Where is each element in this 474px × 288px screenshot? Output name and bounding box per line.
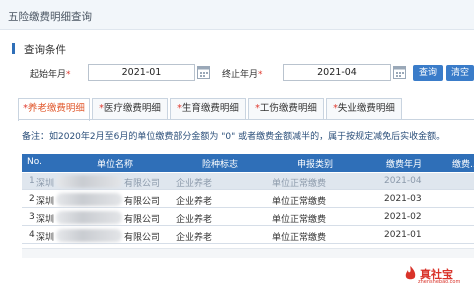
- redacted-unit-name: [56, 193, 122, 206]
- row-no: 1: [29, 176, 35, 186]
- unit-name-suffix: 有限公司: [124, 233, 161, 243]
- table-row[interactable]: 2 深圳 有限公司 企业养老 单位正常缴费 2021-03: [22, 191, 474, 208]
- table-row[interactable]: 4 深圳 有限公司 企业养老 单位正常缴费 2021-01: [22, 227, 474, 244]
- flame-logo-icon: [405, 266, 416, 280]
- declare-category: 单位正常缴费: [272, 179, 327, 189]
- redacted-unit-name: [56, 211, 122, 224]
- column-header-no: No.: [27, 157, 42, 167]
- unit-name-suffix: 有限公司: [124, 197, 161, 207]
- column-header-unit: 单位名称: [97, 160, 134, 170]
- payment-month: 2021-03: [384, 194, 422, 204]
- row-no: 2: [29, 194, 35, 204]
- redacted-unit-name: [56, 229, 122, 242]
- clear-button[interactable]: 清空: [446, 65, 474, 81]
- table-header: No. 单位名称 险种标志 申报类别 缴费年月 缴费...: [22, 154, 474, 172]
- tabs-divider: [18, 119, 474, 120]
- watermark-logo: 真社宝 zhenshebao.com: [403, 262, 471, 286]
- table-row[interactable]: 3 深圳 有限公司 企业养老 单位正常缴费 2021-02: [22, 209, 474, 226]
- unit-name-prefix: 深圳: [36, 215, 55, 225]
- column-header-category: 申报类别: [297, 160, 334, 170]
- unit-name-prefix: 深圳: [36, 197, 55, 207]
- tab-unemployment[interactable]: *失业缴费明细: [326, 98, 402, 120]
- insurance-type: 企业养老: [176, 233, 213, 243]
- insurance-type: 企业养老: [176, 197, 213, 207]
- tab-work-injury[interactable]: *工伤缴费明细: [248, 98, 324, 120]
- payment-month: 2021-04: [384, 176, 422, 186]
- declare-category: 单位正常缴费: [272, 215, 327, 225]
- end-month-label: 终止年月*: [222, 70, 263, 80]
- end-month-input[interactable]: 2021-04: [283, 64, 391, 81]
- redacted-unit-name: [56, 175, 122, 188]
- page: 五险缴费明细查询 查询条件 起始年月* 2021-01 终止年月* 2021-0…: [0, 0, 474, 288]
- insurance-type: 企业养老: [176, 215, 213, 225]
- search-button[interactable]: 查询: [413, 65, 443, 81]
- start-month-input[interactable]: 2021-01: [88, 64, 195, 81]
- end-calendar-icon[interactable]: [393, 65, 406, 80]
- tab-medical[interactable]: *医疗缴费明细: [92, 98, 168, 120]
- unit-name-suffix: 有限公司: [124, 215, 161, 225]
- section-marker: [12, 43, 15, 54]
- column-header-insurance: 险种标志: [202, 160, 239, 170]
- tab-maternity[interactable]: *生育缴费明细: [170, 98, 246, 120]
- row-no: 4: [29, 230, 35, 240]
- watermark-sub: zhenshebao.com: [418, 279, 461, 285]
- unit-name-prefix: 深圳: [36, 233, 55, 243]
- horizontal-scrollbar[interactable]: [22, 248, 474, 258]
- table-row[interactable]: 1 深圳 有限公司 企业养老 单位正常缴费 2021-04: [22, 173, 474, 190]
- start-calendar-icon[interactable]: [197, 65, 210, 80]
- payment-month: 2021-01: [384, 230, 422, 240]
- unit-name-suffix: 有限公司: [124, 179, 161, 189]
- remark-note: 备注：如2020年2月至6月的单位缴费部分金额为 "0" 或者缴费金额减半的，属…: [22, 132, 446, 142]
- insurance-type: 企业养老: [176, 179, 213, 189]
- column-header-month: 缴费年月: [386, 160, 423, 170]
- row-no: 3: [29, 212, 35, 222]
- query-section-title: 查询条件: [24, 44, 66, 56]
- start-month-label: 起始年月*: [30, 70, 71, 80]
- declare-category: 单位正常缴费: [272, 197, 327, 207]
- title-bar: 五险缴费明细查询: [0, 0, 474, 30]
- column-header-amount: 缴费...: [452, 160, 474, 170]
- tab-pension[interactable]: *养老缴费明细: [18, 98, 90, 121]
- declare-category: 单位正常缴费: [272, 233, 327, 243]
- payment-month: 2021-02: [384, 212, 422, 222]
- unit-name-prefix: 深圳: [36, 179, 55, 189]
- window-title: 五险缴费明细查询: [8, 11, 92, 23]
